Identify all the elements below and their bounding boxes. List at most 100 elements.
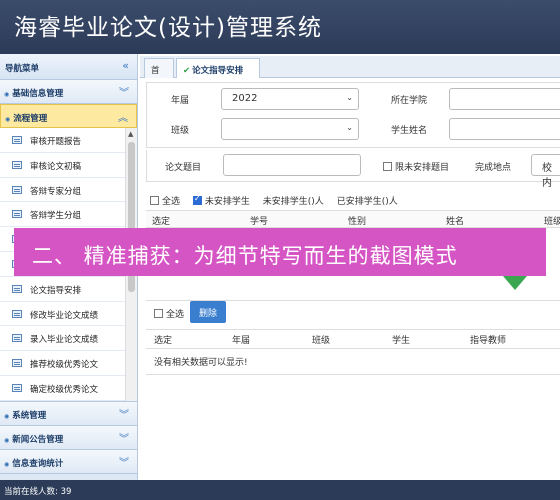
menu-group-news[interactable]: 新闻公告管理 ︾ [0,426,137,450]
scroll-up-icon[interactable]: ▲ [128,130,133,138]
chevron-down-icon: ⌄ [346,93,353,102]
column-header: 选定 [152,217,171,227]
menu-item-review-draft[interactable]: 审核论文初稿 [0,153,137,178]
column-header: 指导教师 [470,336,507,346]
chevron-down-icon: ︾ [119,88,129,99]
sidebar-header: 导航菜单 « [0,54,137,80]
list-icon [12,160,22,169]
topic-input[interactable] [223,154,361,176]
menu-group-label: 系统管理 [4,409,46,421]
menu-item-expert-groups[interactable]: 答辩专家分组 [0,178,137,203]
location-select-value: 校内 [542,163,552,189]
tab-bar: 首页 ✔论文指导安排× [140,56,560,88]
status-bar: 当前在线人数: 39 [0,480,560,500]
column-header: 性别 [348,217,367,227]
student-name-label: 学生姓名 [391,126,428,136]
column-header: 学号 [250,217,269,227]
menu-group-query-stats[interactable]: 信息查询统计 ︾ [0,450,137,474]
tab-guidance-arrangement[interactable]: ✔论文指导安排× [176,58,260,86]
grade-select[interactable]: 2022 ⌄ [221,88,359,110]
menu-group-label: 基础信息管理 [4,87,63,99]
list-icon [12,359,22,368]
student-filter-options: 全选 未安排学生 未安排学生()人 已安排学生()人 [150,194,398,207]
menu-group-label: 新闻公告管理 [4,433,63,445]
banner-text: 二、 精准捕获：为细节特写而生的截图模式 [32,244,458,268]
menu-item-label: 确定校级优秀论文 [30,384,99,395]
list-icon [12,210,22,219]
column-header: 班级 [544,217,560,227]
down-arrow-icon [503,268,527,290]
menu-item-modify-scores[interactable]: 修改毕业论文成绩 [0,302,137,327]
location-select[interactable]: 校内 [531,154,560,189]
grade-select-value: 2022 [232,93,258,104]
menu-item-label: 审核开题报告 [30,137,82,147]
list-icon [12,334,22,343]
column-header: 学生 [392,336,411,346]
select-all-checkbox[interactable]: 全选 [150,196,181,207]
chevron-down-icon: ⌄ [346,123,353,132]
assigned-count: 已安排学生()人 [336,197,398,207]
checkbox-label: 全选 [166,310,185,320]
column-header: 姓名 [446,217,465,227]
checkbox-label: 全选 [162,197,181,207]
checkbox-label: 限未安排题目 [395,163,450,173]
chevron-down-icon: ︾ [119,434,129,445]
menu-item-student-groups[interactable]: 答辩学生分组 [0,202,137,228]
menu-item-label: 修改毕业论文成绩 [30,310,99,321]
app-title: 海睿毕业论文(设计)管理系统 [14,15,322,41]
menu-group-label: 信息查询统计 [4,457,63,469]
list-icon [12,284,22,293]
column-header: 年届 [232,336,251,346]
menu-item-label: 推荐校级优秀论文 [30,360,99,371]
online-count: 当前在线人数: 39 [4,487,72,497]
menu-item-review-proposal[interactable]: 审核开题报告 [0,128,137,153]
chevron-up-icon: ︽ [118,113,128,124]
menu-group-system[interactable]: 系统管理 ︾ [0,402,137,426]
overlay-banner: 二、 精准捕获：为细节特写而生的截图模式 [14,228,546,276]
empty-message: 没有相关数据可以显示! [154,358,248,368]
assigned-table-header: 选定 年届 班级 学生 指导教师 [146,329,560,349]
column-header: 选定 [154,336,173,346]
list-icon [12,136,22,144]
checkbox-box [154,309,163,318]
menu-item-label: 答辩学生分组 [30,211,82,222]
menu-item-label: 审核论文初稿 [30,161,82,172]
menu-item-label: 录入毕业论文成绩 [30,335,99,346]
main-content: 年届 2022 ⌄ 所在学院 班级 ⌄ 学生姓名 论文题目 限未安排题目 完成地点… [140,78,560,480]
menu-group-process[interactable]: 流程管理 ︽ [0,104,137,128]
menu-group-basic-info[interactable]: 基础信息管理 ︾ [0,80,137,104]
student-name-input[interactable] [449,118,560,140]
topic-label: 论文题目 [165,163,202,173]
unassigned-count: 未安排学生()人 [262,197,324,207]
sidebar-title: 导航菜单 [5,64,40,74]
college-label: 所在学院 [391,96,428,106]
chevron-down-icon: ︾ [119,410,129,421]
list-icon [12,185,22,194]
location-label: 完成地点 [475,163,512,173]
list-icon [12,309,22,318]
checkbox-box [192,194,202,205]
check-icon: ✔ [183,66,191,76]
tab-home[interactable]: 首页 [144,58,174,88]
menu-item-enter-scores[interactable]: 录入毕业论文成绩 [0,326,137,352]
class-label: 班级 [171,126,190,136]
menu-group-label: 流程管理 [5,112,47,124]
students-table-header: 选定 学号 性别 姓名 班级 [146,210,560,228]
college-select[interactable] [449,88,560,110]
checkbox-label: 未安排学生 [204,197,250,207]
collapse-sidebar-icon[interactable]: « [122,59,129,72]
unassigned-checkbox[interactable]: 未安排学生 [192,194,250,207]
menu-item-confirm-excellent[interactable]: 确定校级优秀论文 [0,376,137,401]
menu-item-label: 论文指导安排 [30,285,82,296]
only-unassigned-checkbox[interactable]: 限未安排题目 [383,160,449,173]
grade-label: 年届 [171,96,190,106]
lower-select-all-checkbox[interactable]: 全选 [154,307,184,320]
delete-button[interactable]: 删除 [190,301,226,323]
checkbox-box [150,196,159,205]
divider [146,374,560,375]
menu-item-guidance-arrangement[interactable]: 论文指导安排 [0,277,137,302]
class-select[interactable]: ⌄ [221,118,359,140]
menu-item-recommend-excellent[interactable]: 推荐校级优秀论文 [0,351,137,376]
tab-label: 论文指导安排 [192,66,244,76]
app-header: 海睿毕业论文(设计)管理系统 [0,0,560,54]
